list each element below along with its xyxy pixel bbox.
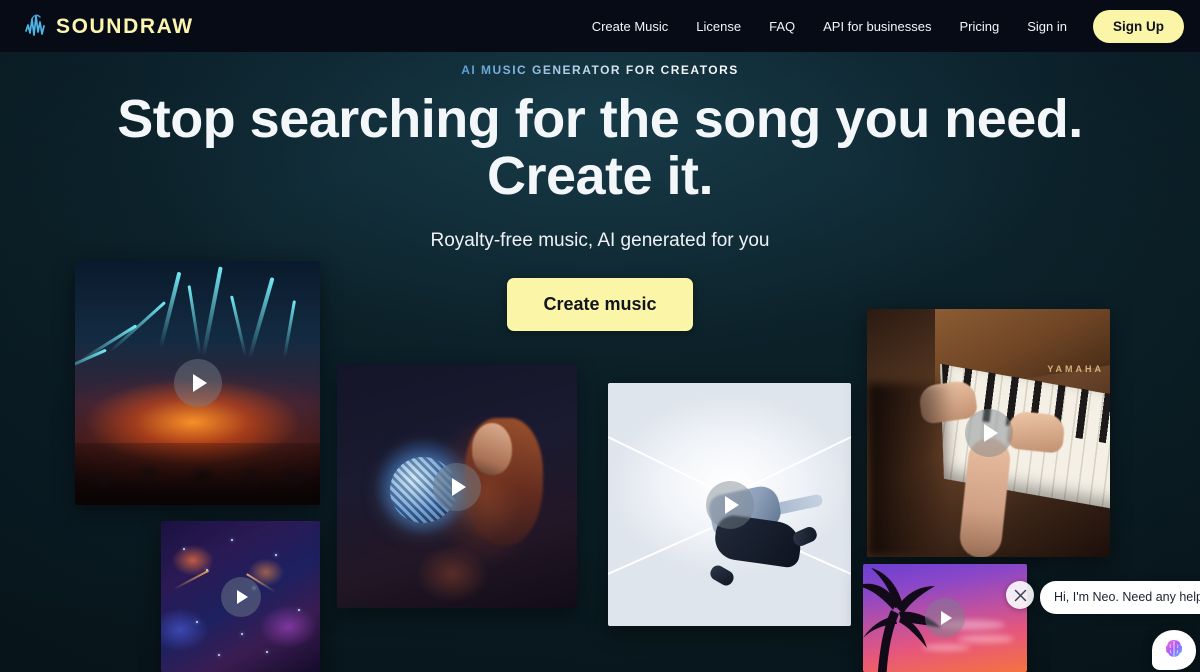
logo-text: SOUNDRAW <box>56 14 194 38</box>
hero-subheading: Royalty-free music, AI generated for you <box>430 230 770 252</box>
hero-cta-wrapper: Create music <box>0 278 1200 332</box>
sign-up-button[interactable]: Sign Up <box>1093 9 1184 43</box>
chat-avatar-button[interactable] <box>1152 630 1196 670</box>
main-navigation: Create Music License FAQ API for busines… <box>578 9 1184 43</box>
play-icon[interactable] <box>433 462 481 511</box>
yamaha-brand-text: YAMAHA <box>1047 363 1104 374</box>
nav-license[interactable]: License <box>682 12 755 41</box>
nav-faq[interactable]: FAQ <box>755 12 809 41</box>
play-icon[interactable] <box>220 576 261 617</box>
video-card-dancer[interactable] <box>608 383 851 626</box>
logo[interactable]: SOUNDRAW <box>24 13 194 39</box>
video-card-city[interactable] <box>161 521 320 672</box>
brain-icon <box>1165 640 1183 657</box>
nav-api-for-businesses[interactable]: API for businesses <box>809 12 945 41</box>
play-icon[interactable] <box>173 359 222 407</box>
chat-message-bubble[interactable]: Hi, I'm Neo. Need any help? <box>1040 581 1200 614</box>
play-icon[interactable] <box>705 480 754 529</box>
soundraw-landing-page: SOUNDRAW Create Music License FAQ API fo… <box>0 0 1200 672</box>
nav-create-music[interactable]: Create Music <box>578 12 683 41</box>
site-header: SOUNDRAW Create Music License FAQ API fo… <box>0 0 1200 52</box>
hero-eyebrow: AI MUSIC GENERATOR FOR CREATORS <box>461 63 739 77</box>
hero-section: AI MUSIC GENERATOR FOR CREATORS Stop sea… <box>0 52 1200 332</box>
page-title: Stop searching for the song you need. Cr… <box>0 91 1200 204</box>
headline-line-2: Create it. <box>486 145 714 206</box>
create-music-button[interactable]: Create music <box>507 278 693 332</box>
video-card-piano[interactable]: YAMAHA <box>867 309 1110 557</box>
waveform-icon <box>25 14 45 36</box>
close-icon <box>1014 589 1026 601</box>
nav-sign-in[interactable]: Sign in <box>1013 12 1081 41</box>
chat-close-button[interactable] <box>1006 581 1034 609</box>
play-icon[interactable] <box>964 409 1013 457</box>
video-card-palm[interactable] <box>863 564 1027 672</box>
headline-line-1: Stop searching for the song you need. <box>117 89 1083 149</box>
play-icon[interactable] <box>925 598 965 638</box>
nav-pricing[interactable]: Pricing <box>946 12 1014 41</box>
video-card-disco[interactable] <box>337 365 577 608</box>
